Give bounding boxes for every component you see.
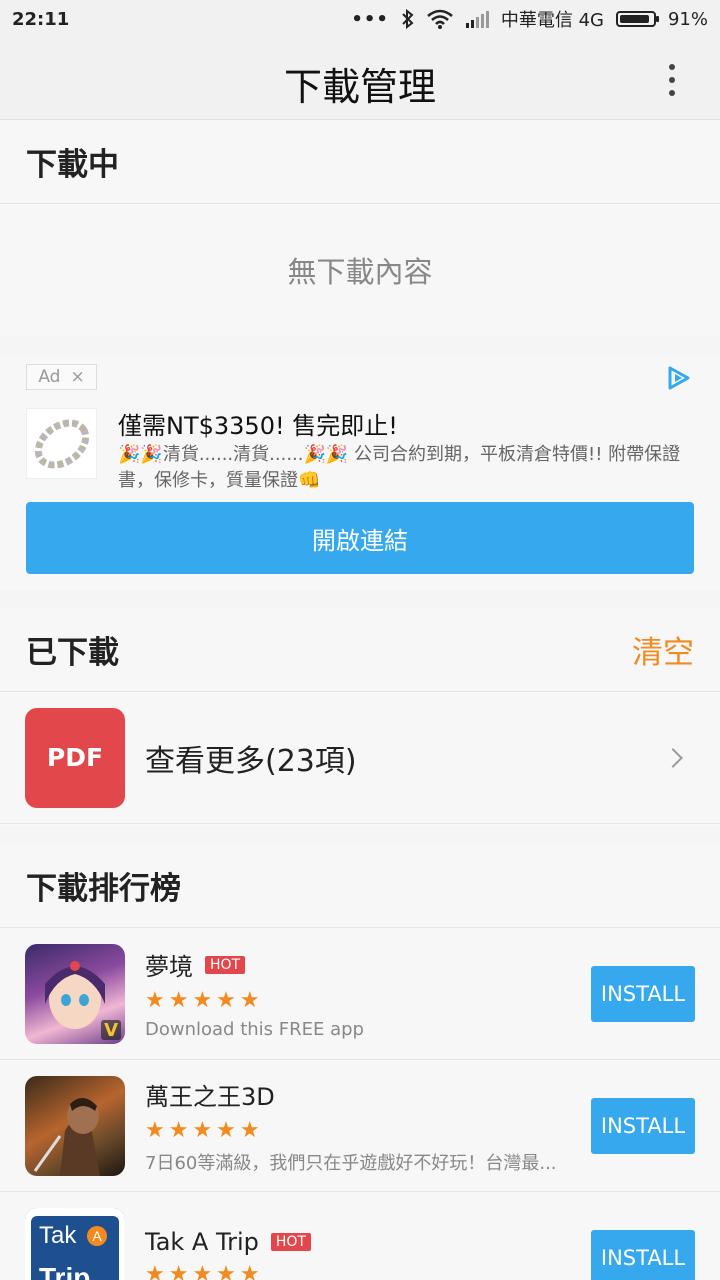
list-item[interactable]: Tak A Trip Tak A Trip HOT ★★★★★ INSTALL <box>0 1192 720 1280</box>
ad-close-icon[interactable]: × <box>70 367 84 387</box>
app-description: 7日60等滿級，我們只在乎遊戲好不好玩！台灣最... <box>145 1152 557 1174</box>
battery-percent: 91% <box>667 8 708 30</box>
view-more-row[interactable]: PDF 查看更多(23項) <box>0 692 720 824</box>
more-options-icon[interactable] <box>660 64 684 96</box>
logo-trip: Trip <box>39 1261 91 1280</box>
more-notifications-icon: ••• <box>351 8 389 30</box>
logo-tak: Tak <box>39 1221 77 1249</box>
app-info: 夢境 HOT ★★★★★ Download this FREE app <box>145 947 565 1040</box>
app-bar: 下載管理 <box>0 38 720 120</box>
pdf-icon: PDF <box>25 707 125 808</box>
status-icons: ••• 中華電信 4G 91% <box>351 6 708 32</box>
downloaded-header: 已下載 清空 <box>0 608 720 692</box>
install-button[interactable]: INSTALL <box>591 1098 695 1154</box>
ad-banner[interactable]: Ad × 僅需NT$3350! 售完即止! 🎉🎉清貨......清貨......… <box>0 356 720 590</box>
app-name[interactable]: 夢境 <box>145 947 193 982</box>
game-badge: V <box>104 1019 118 1041</box>
status-bar: 22:11 ••• 中華電信 4G 91% <box>0 0 720 38</box>
ad-description: 🎉🎉清貨......清貨......🎉🎉 公司合約到期，平板清倉特價!! 附帶保… <box>118 444 681 491</box>
downloaded-section: 已下載 清空 PDF 查看更多(23項) <box>0 608 720 826</box>
battery-icon <box>615 11 659 27</box>
app-name-line: 萬王之王3D <box>145 1077 565 1112</box>
app-name-line: Tak A Trip HOT <box>145 1228 565 1256</box>
app-name[interactable]: Tak A Trip <box>145 1228 259 1256</box>
app-info: Tak A Trip HOT ★★★★★ <box>145 1228 565 1280</box>
adchoices-icon[interactable] <box>664 364 692 392</box>
install-button[interactable]: INSTALL <box>591 1230 695 1280</box>
hot-badge: HOT <box>270 1233 311 1251</box>
signal-icon <box>465 11 489 28</box>
clear-button[interactable]: 清空 <box>632 627 694 672</box>
downloaded-title: 已下載 <box>26 635 119 671</box>
app-name[interactable]: 萬王之王3D <box>145 1077 275 1112</box>
chevron-right-icon <box>663 747 683 768</box>
open-link-button[interactable]: 開啟連結 <box>26 502 694 574</box>
logo-a: A <box>87 1225 107 1246</box>
rating-stars: ★★★★★ <box>145 1262 264 1280</box>
rating-stars: ★★★★★ <box>145 1117 264 1143</box>
install-button[interactable]: INSTALL <box>591 966 695 1022</box>
list-item[interactable]: 萬王之王3D ★★★★★ 7日60等滿級，我們只在乎遊戲好不好玩！台灣最... … <box>0 1060 720 1192</box>
downloading-section: 下載中 無下載內容 <box>0 120 720 336</box>
wifi-icon <box>427 9 453 29</box>
tak-a-trip-logo: Tak A Trip <box>25 1207 125 1280</box>
ad-label: Ad <box>38 367 61 387</box>
list-item[interactable]: V 夢境 HOT ★★★★★ Download this FREE app IN… <box>0 928 720 1060</box>
rating-stars: ★★★★★ <box>145 988 264 1013</box>
view-more-label: 查看更多(23項) <box>145 743 357 779</box>
bracelet-icon <box>34 419 89 468</box>
app-icon[interactable]: Tak A Trip <box>25 1207 125 1280</box>
ranking-header: 下載排行榜 <box>0 844 720 928</box>
app-info: 萬王之王3D ★★★★★ 7日60等滿級，我們只在乎遊戲好不好玩！台灣最... <box>145 1077 565 1175</box>
ad-tag[interactable]: Ad × <box>26 364 97 390</box>
ad-title[interactable]: 僅需NT$3350! 售完即止! <box>118 406 398 441</box>
app-description: Download this FREE app <box>145 1019 364 1040</box>
app-icon[interactable]: V <box>25 943 125 1044</box>
warrior-icon <box>33 1097 100 1176</box>
battery-level <box>619 15 650 23</box>
status-time: 22:11 <box>12 8 70 30</box>
app-icon[interactable] <box>25 1075 125 1176</box>
downloading-header: 下載中 <box>0 120 720 204</box>
empty-message: 無下載內容 <box>287 255 433 289</box>
bluetooth-icon <box>402 9 414 29</box>
carrier-label: 中華電信 4G <box>500 10 604 31</box>
ad-image[interactable] <box>26 408 97 479</box>
ranking-section: 下載排行榜 V 夢境 HOT ★★★★★ Download this FREE … <box>0 844 720 1280</box>
hot-badge: HOT <box>205 955 246 974</box>
app-name-line: 夢境 HOT <box>145 947 565 982</box>
page-title: 下載管理 <box>283 65 436 109</box>
